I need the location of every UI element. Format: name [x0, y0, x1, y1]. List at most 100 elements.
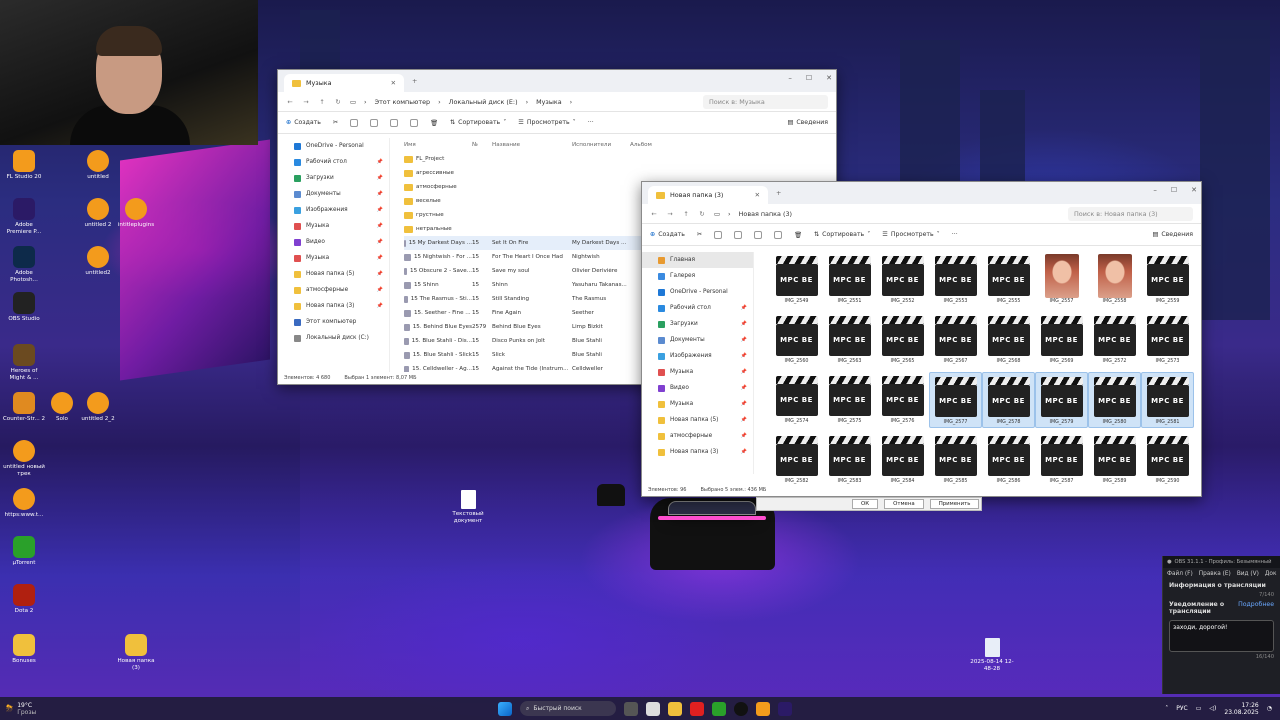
desktop-icon[interactable]: untitled2 [76, 246, 120, 277]
tab-new-folder[interactable]: Новая папка (3) ✕ [648, 186, 768, 204]
details-button[interactable]: ▤ Сведения [1152, 231, 1193, 238]
file-tile[interactable]: MPC BE IMG_2587 [1035, 432, 1088, 488]
close-icon[interactable]: ✕ [826, 74, 832, 82]
up-arrow-icon[interactable]: ↑ [682, 210, 690, 218]
weather-widget[interactable]: ⛈ 19°C Грозы [0, 702, 200, 716]
column-number[interactable]: № [472, 142, 492, 148]
breadcrumb[interactable]: ▭ › Новая папка (3) [714, 210, 1060, 218]
sidebar-item[interactable]: Загрузки 📌 [642, 316, 753, 332]
file-tile[interactable]: MPC BE IMG_2552 [876, 252, 929, 308]
tab-music[interactable]: Музыка ✕ [284, 74, 404, 92]
delete-icon[interactable]: 🗑 [794, 231, 802, 239]
file-tile[interactable]: MPC BE IMG_2560 [770, 312, 823, 368]
file-tile[interactable]: MPC BE IMG_2580 [1088, 372, 1141, 428]
details-button[interactable]: ▤ Сведения [787, 119, 828, 126]
network-icon[interactable]: ▭ [1196, 705, 1202, 712]
file-tile[interactable]: MPC BE IMG_2568 [982, 312, 1035, 368]
sidebar-item[interactable]: Главная [642, 252, 753, 268]
task-view-icon[interactable] [624, 701, 638, 716]
desktop-icon[interactable]: µTorrent [2, 536, 46, 567]
up-arrow-icon[interactable]: ↑ [318, 98, 326, 106]
maximize-icon[interactable]: ☐ [806, 74, 812, 82]
file-tile[interactable]: MPC BE IMG_2565 [876, 312, 929, 368]
copy-icon[interactable] [350, 118, 359, 127]
sidebar-item[interactable]: Документы 📌 [642, 332, 753, 348]
column-title[interactable]: Название [492, 142, 572, 148]
file-tile[interactable]: MPC BE IMG_2583 [823, 432, 876, 488]
menu-edit[interactable]: Правка (E) [1199, 571, 1231, 577]
sidebar-item[interactable]: Загрузки 📌 [278, 170, 389, 186]
desktop-icon[interactable]: Dota 2 [2, 584, 46, 615]
file-tile[interactable]: MPC BE IMG_2577 [929, 372, 982, 428]
maximize-icon[interactable]: ☐ [1171, 186, 1177, 194]
desktop-icon[interactable]: untitled новый трек [2, 440, 46, 477]
volume-icon[interactable]: ◁) [1209, 705, 1216, 712]
folder-row[interactable]: FL_Project [404, 152, 834, 166]
obs-window[interactable]: ● OBS 31.1.1 - Профиль: Безымянный Файл (… [1162, 556, 1280, 694]
cancel-button[interactable]: Отмена [884, 499, 924, 509]
minimize-icon[interactable]: – [1153, 186, 1157, 194]
sidebar-item[interactable]: Музыка 📌 [278, 250, 389, 266]
file-tile[interactable]: MPC BE IMG_2555 [982, 252, 1035, 308]
new-tab-icon[interactable]: + [412, 77, 417, 85]
column-artist[interactable]: Исполнители [572, 142, 630, 148]
menu-view[interactable]: Вид (V) [1237, 571, 1259, 577]
breadcrumb[interactable]: ▭ › Этот компьютер › Локальный диск (E:) › … [350, 98, 695, 106]
utorrent-icon[interactable] [712, 701, 726, 716]
sort-button[interactable]: ⇅ Сортировать ˅ [450, 119, 506, 126]
share-icon[interactable] [774, 230, 783, 239]
file-tile[interactable]: MPC BE IMG_2581 [1141, 372, 1194, 428]
file-tile[interactable]: MPC BE IMG_2584 [876, 432, 929, 488]
sidebar-item[interactable]: Галерея [642, 268, 753, 284]
desktop-icon[interactable]: Bonuses [2, 634, 46, 665]
obs-taskbar-icon[interactable] [734, 701, 748, 716]
notifications-icon[interactable]: ◔ [1267, 705, 1272, 712]
start-icon[interactable] [498, 701, 512, 716]
desktop-icon[interactable]: untitled 2_2 [76, 392, 120, 423]
file-tile[interactable]: MPC BE IMG_2551 [823, 252, 876, 308]
desktop-icon[interactable]: FL Studio 20 [2, 150, 46, 181]
sidebar-item[interactable]: Видео 📌 [278, 234, 389, 250]
desktop-icon[interactable]: Heroes of Might & ... [2, 344, 46, 381]
sidebar-item[interactable]: OneDrive - Personal [278, 138, 389, 154]
premiere-taskbar-icon[interactable] [778, 701, 792, 716]
sidebar-item[interactable]: Новая папка (5) 📌 [642, 412, 753, 428]
folder-row[interactable]: агрессивные [404, 166, 834, 180]
desktop-icon-text-document[interactable]: Текстовый документ [446, 490, 490, 524]
desktop-icon-screenshot[interactable]: 2025-08-14 12-48-28 [970, 638, 1014, 672]
file-tile[interactable]: MPC BE IMG_2586 [982, 432, 1035, 488]
search-input[interactable]: Поиск в: Музыка [703, 94, 828, 109]
copy-icon[interactable] [714, 230, 723, 239]
sidebar-item[interactable]: атмосферные 📌 [642, 428, 753, 444]
file-tile[interactable]: MPC BE IMG_2575 [823, 372, 876, 428]
file-tile[interactable]: MPC BE IMG_2573 [1141, 312, 1194, 368]
share-icon[interactable] [410, 118, 419, 127]
explorer-window-new-folder[interactable]: Новая папка (3) ✕ + – ☐ ✕ ← → ↑ ↻ ▭ › Нов… [641, 181, 1202, 497]
cut-icon[interactable]: ✂ [697, 231, 702, 238]
create-button[interactable]: ⊕ Создать [650, 231, 685, 238]
sidebar-item[interactable]: Музыка 📌 [642, 396, 753, 412]
fl-studio-taskbar-icon[interactable] [756, 701, 770, 716]
file-tile[interactable]: MPC BE IMG_2585 [929, 432, 982, 488]
more-icon[interactable]: ··· [952, 231, 958, 238]
desktop-icon[interactable]: untitled [76, 150, 120, 181]
file-tile[interactable]: MPC BE IMG_2572 [1088, 312, 1141, 368]
file-tile[interactable]: MPC BE IMG_2553 [929, 252, 982, 308]
file-explorer-icon[interactable] [668, 701, 682, 716]
apply-button[interactable]: Применить [929, 499, 980, 509]
desktop-icon[interactable]: Adobe Premiere P... [2, 198, 46, 235]
file-tile[interactable]: MPC BE IMG_2582 [770, 432, 823, 488]
close-tab-icon[interactable]: ✕ [391, 79, 396, 87]
sidebar-item[interactable]: Музыка 📌 [278, 218, 389, 234]
close-icon[interactable]: ✕ [1191, 186, 1197, 194]
back-arrow-icon[interactable]: ← [650, 210, 658, 218]
sidebar-item[interactable]: Локальный диск (C:) [278, 330, 389, 346]
view-button[interactable]: ☰ Просмотреть ˅ [882, 231, 939, 238]
delete-icon[interactable]: 🗑 [430, 119, 438, 127]
clock[interactable]: 17:26 23.08.2025 [1224, 702, 1258, 716]
file-tile[interactable]: MPC BE IMG_2576 [876, 372, 929, 428]
file-tile[interactable]: MPC BE IMG_2574 [770, 372, 823, 428]
file-tile[interactable]: MPC BE IMG_2549 [770, 252, 823, 308]
sidebar-item[interactable]: Видео 📌 [642, 380, 753, 396]
desktop-icon[interactable]: intitleplugins [114, 198, 158, 229]
